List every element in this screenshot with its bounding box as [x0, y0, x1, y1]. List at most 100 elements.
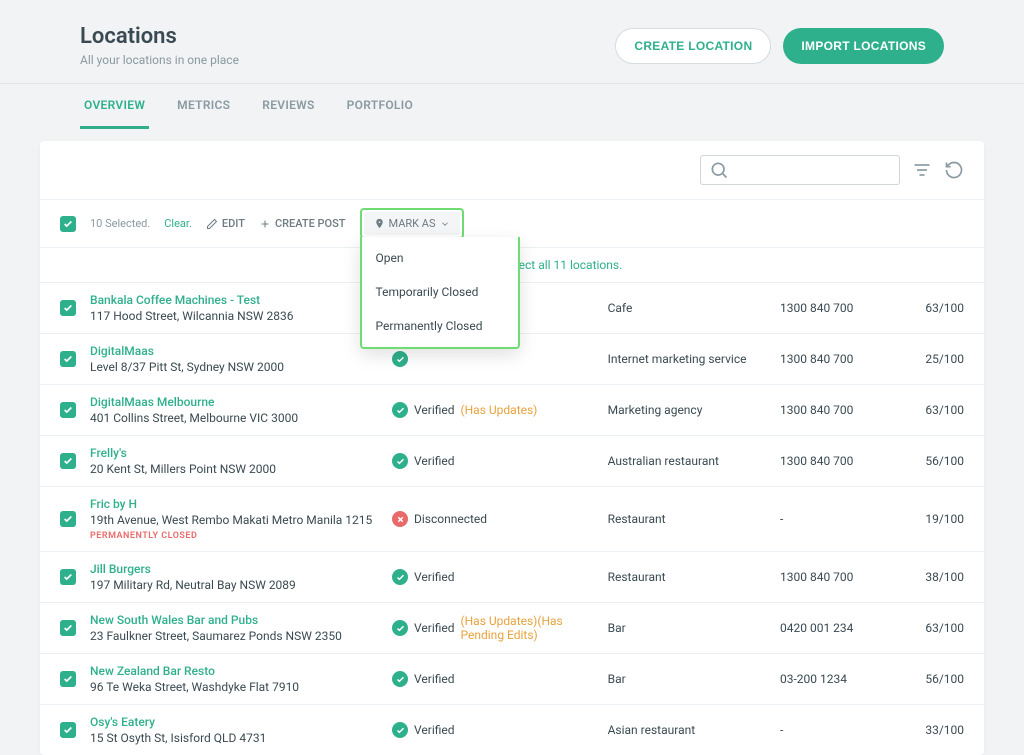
- category: Restaurant: [608, 570, 766, 584]
- search-icon: [709, 160, 729, 180]
- row-checkbox[interactable]: [60, 671, 76, 687]
- location-address: 20 Kent St, Millers Point NSW 2000: [90, 462, 378, 476]
- location-name[interactable]: Jill Burgers: [90, 562, 378, 576]
- phone: -: [780, 512, 890, 526]
- tabs: OVERVIEW METRICS REVIEWS PORTFOLIO: [0, 84, 1024, 129]
- location-address: 117 Hood Street, Wilcannia NSW 2836: [90, 309, 378, 323]
- refresh-icon[interactable]: [944, 160, 964, 180]
- score: 33/100: [904, 723, 964, 737]
- status-text: Verified: [414, 672, 455, 686]
- phone: 1300 840 700: [780, 570, 890, 584]
- check-icon: [392, 453, 408, 469]
- search-input[interactable]: [729, 163, 891, 177]
- location-address: 401 Collins Street, Melbourne VIC 3000: [90, 411, 378, 425]
- create-post-button[interactable]: CREATE POST: [259, 217, 346, 230]
- table-row: Frelly's 20 Kent St, Millers Point NSW 20…: [40, 436, 984, 487]
- select-all-checkbox[interactable]: [60, 216, 76, 232]
- table-row: Jill Burgers197 Military Rd, Neutral Bay…: [40, 552, 984, 603]
- table-row: DigitalMaas Melbourne 401 Collins Street,…: [40, 385, 984, 436]
- import-locations-button[interactable]: IMPORT LOCATIONS: [783, 28, 944, 64]
- table-row: New South Wales Bar and Pubs23 Faulkner …: [40, 603, 984, 654]
- mark-as-dropdown: OpenTemporarily ClosedPermanently Closed: [360, 237, 520, 349]
- mark-as-button[interactable]: MARK AS: [364, 212, 460, 235]
- mark-as-highlight: MARK AS OpenTemporarily ClosedPermanentl…: [360, 208, 464, 239]
- location-address: 19th Avenue, West Rembo Makati Metro Man…: [90, 513, 378, 527]
- row-checkbox[interactable]: [60, 722, 76, 738]
- phone: -: [780, 723, 890, 737]
- location-address: 15 St Osyth St, Isisford QLD 4731: [90, 731, 378, 745]
- status-text: Verified: [414, 454, 455, 468]
- location-name[interactable]: Fric by H: [90, 497, 378, 511]
- dropdown-item[interactable]: Temporarily Closed: [362, 275, 518, 309]
- plus-icon: [259, 218, 271, 230]
- row-checkbox[interactable]: [60, 620, 76, 636]
- score: 25/100: [904, 352, 964, 366]
- select-all-link[interactable]: Select all 11 locations.: [502, 258, 622, 272]
- search-input-wrap[interactable]: [700, 155, 900, 185]
- location-name[interactable]: DigitalMaas Melbourne: [90, 395, 378, 409]
- score: 19/100: [904, 512, 964, 526]
- row-checkbox[interactable]: [60, 300, 76, 316]
- phone: 1300 840 700: [780, 454, 890, 468]
- row-checkbox[interactable]: [60, 402, 76, 418]
- status-updates: (Has Updates): [461, 403, 538, 417]
- score: 63/100: [904, 621, 964, 635]
- page-title: Locations: [80, 24, 239, 49]
- phone: 1300 840 700: [780, 301, 890, 315]
- phone: 1300 840 700: [780, 403, 890, 417]
- perm-closed-badge: PERMANENTLY CLOSED: [90, 531, 378, 541]
- status-updates: (Has Updates)(Has Pending Edits): [461, 614, 594, 642]
- phone: 03-200 1234: [780, 672, 890, 686]
- edit-button[interactable]: EDIT: [206, 217, 245, 230]
- check-icon: [392, 569, 408, 585]
- check-icon: [392, 351, 408, 367]
- location-name[interactable]: Osy's Eatery: [90, 715, 378, 729]
- category: Australian restaurant: [608, 454, 766, 468]
- dropdown-item[interactable]: Permanently Closed: [362, 309, 518, 343]
- category: Marketing agency: [608, 403, 766, 417]
- location-name[interactable]: Frelly's: [90, 446, 378, 460]
- check-icon: [392, 722, 408, 738]
- row-checkbox[interactable]: [60, 351, 76, 367]
- chevron-down-icon: [440, 219, 450, 229]
- pencil-icon: [206, 218, 218, 230]
- category: Bar: [608, 672, 766, 686]
- tab-metrics[interactable]: METRICS: [173, 84, 234, 129]
- location-name[interactable]: New Zealand Bar Resto: [90, 664, 378, 678]
- category: Cafe: [608, 301, 766, 315]
- table-row: New Zealand Bar Resto96 Te Weka Street, …: [40, 654, 984, 705]
- create-location-button[interactable]: CREATE LOCATION: [615, 28, 771, 64]
- tab-overview[interactable]: OVERVIEW: [80, 84, 149, 129]
- tab-reviews[interactable]: REVIEWS: [258, 84, 318, 129]
- status-text: Verified: [414, 723, 455, 737]
- row-checkbox[interactable]: [60, 569, 76, 585]
- check-icon: [392, 620, 408, 636]
- status-text: Verified: [414, 570, 455, 584]
- row-checkbox[interactable]: [60, 511, 76, 527]
- tab-portfolio[interactable]: PORTFOLIO: [343, 84, 417, 129]
- location-name[interactable]: DigitalMaas: [90, 344, 378, 358]
- location-name[interactable]: Bankala Coffee Machines - Test: [90, 293, 378, 307]
- location-address: Level 8/37 Pitt St, Sydney NSW 2000: [90, 360, 378, 374]
- status-text: Verified: [414, 621, 455, 635]
- clear-selection[interactable]: Clear.: [164, 217, 192, 230]
- status-text: Disconnected: [414, 512, 487, 526]
- selected-count: 10 Selected.: [90, 217, 150, 230]
- phone: 0420 001 234: [780, 621, 890, 635]
- check-icon: [392, 402, 408, 418]
- dropdown-item[interactable]: Open: [362, 241, 518, 275]
- status-text: Verified: [414, 403, 455, 417]
- score: 63/100: [904, 301, 964, 315]
- phone: 1300 840 700: [780, 352, 890, 366]
- score: 63/100: [904, 403, 964, 417]
- location-name[interactable]: New South Wales Bar and Pubs: [90, 613, 378, 627]
- row-checkbox[interactable]: [60, 453, 76, 469]
- category: Restaurant: [608, 512, 766, 526]
- category: Internet marketing service: [608, 352, 766, 366]
- edit-label: EDIT: [222, 217, 245, 230]
- filter-icon[interactable]: [912, 160, 932, 180]
- check-icon: [392, 671, 408, 687]
- table-row: Fric by H 19th Avenue, West Rembo Makati …: [40, 487, 984, 552]
- mark-as-label: MARK AS: [389, 217, 436, 230]
- table-row: Osy's Eatery 15 St Osyth St, Isisford QLD…: [40, 705, 984, 755]
